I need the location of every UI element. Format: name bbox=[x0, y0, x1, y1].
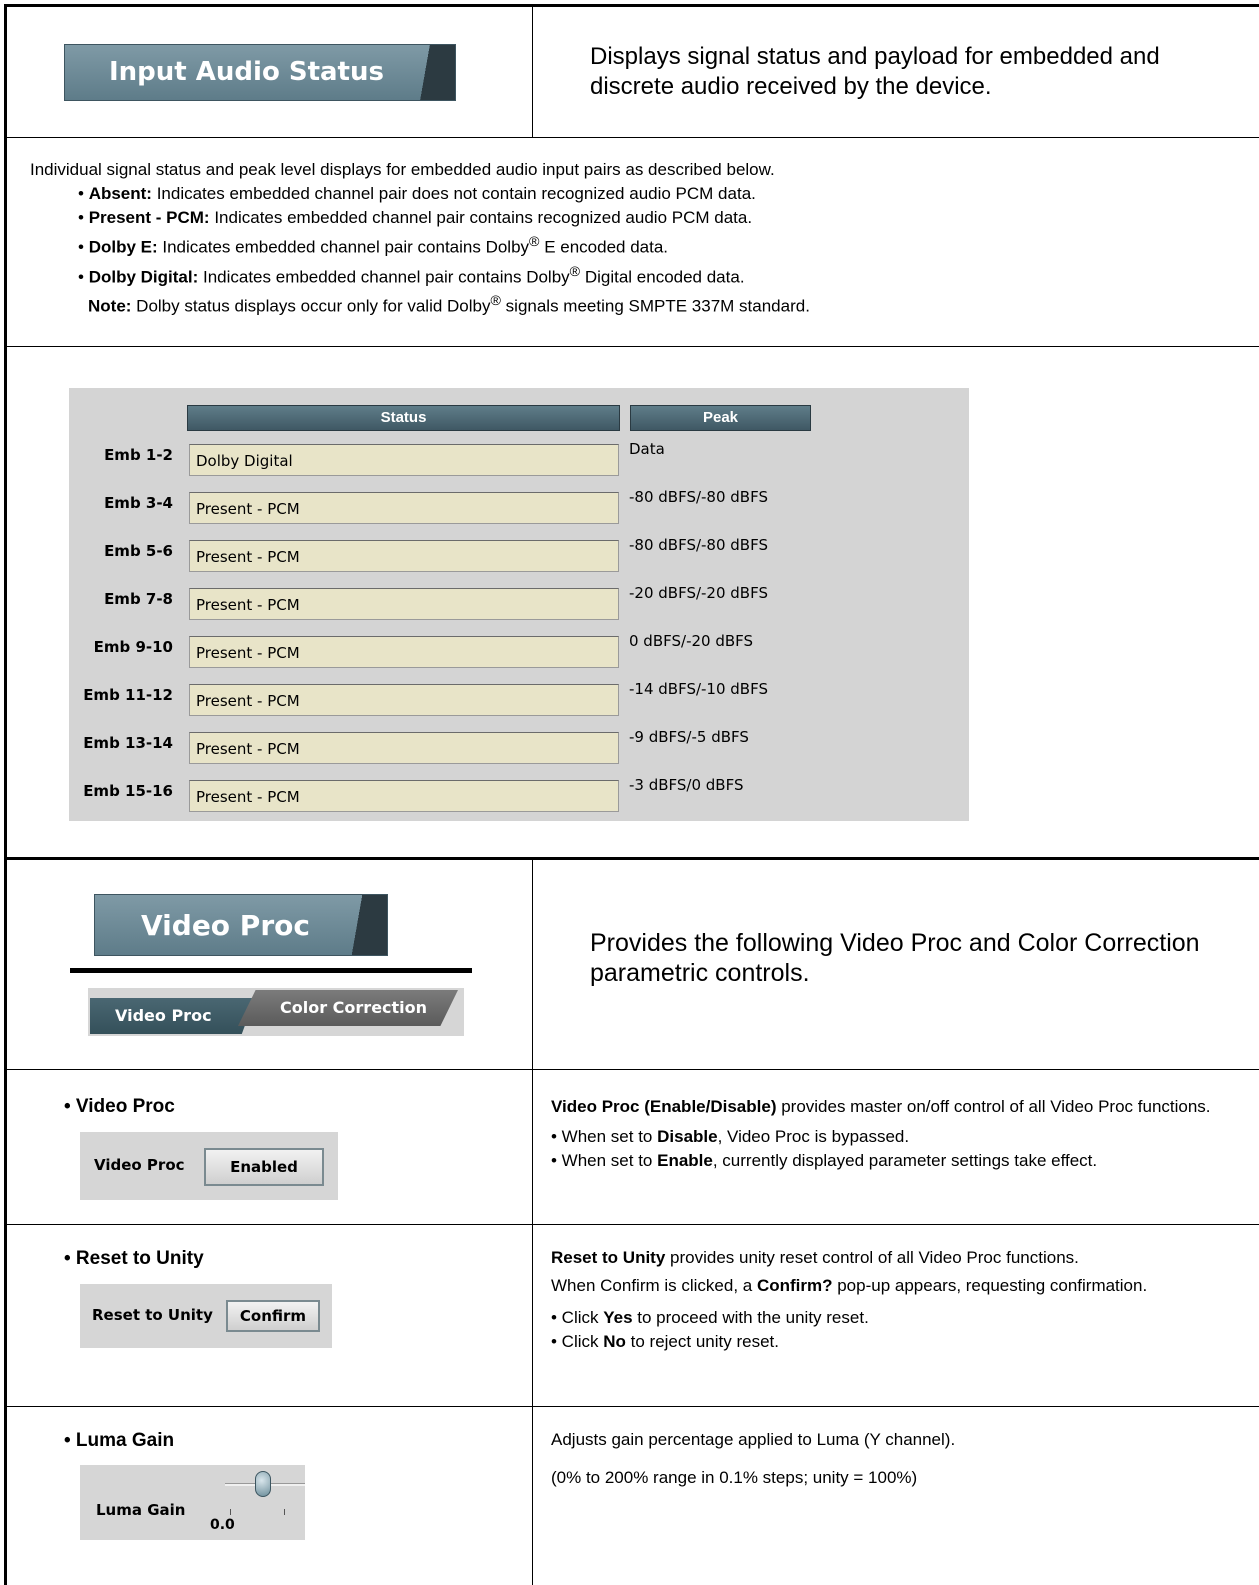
slider-thumb[interactable] bbox=[255, 1471, 271, 1497]
divider bbox=[4, 1069, 1259, 1070]
peak-value: -14 dBFS/-10 dBFS bbox=[629, 680, 768, 698]
status-field: Present - PCM bbox=[189, 636, 619, 668]
tab-label: Video Proc bbox=[141, 909, 310, 942]
status-field: Present - PCM bbox=[189, 684, 619, 716]
control-description: Reset to Unity provides unity reset cont… bbox=[551, 1248, 1148, 1351]
enabled-button[interactable]: Enabled bbox=[204, 1148, 324, 1186]
intro-text: Individual signal status and peak level … bbox=[30, 160, 775, 179]
divider bbox=[4, 137, 1259, 138]
subtab-strip: Video Proc Color Correction bbox=[88, 988, 464, 1036]
control-title: • Luma Gain bbox=[64, 1430, 175, 1451]
divider bbox=[4, 1406, 1259, 1407]
tab-video-proc[interactable]: Video Proc bbox=[90, 998, 255, 1034]
slider-tick bbox=[230, 1509, 231, 1515]
input-audio-status-tab: Input Audio Status bbox=[64, 44, 456, 101]
control-label: Reset to Unity bbox=[92, 1306, 213, 1324]
tab-color-correction[interactable]: Color Correction bbox=[238, 990, 458, 1026]
separator-bar bbox=[70, 968, 472, 973]
audio-status-panel: Status Peak Emb 1-2 Dolby Digital Data Emb … bbox=[69, 388, 969, 821]
divider bbox=[532, 860, 533, 1585]
peak-column-header: Peak bbox=[630, 405, 811, 431]
luma-gain-control: Luma Gain 0.0 bbox=[80, 1465, 305, 1540]
note: Note: Dolby status displays occur only f… bbox=[88, 293, 810, 316]
row-label: Emb 7-8 bbox=[104, 590, 173, 608]
row-label: Emb 5-6 bbox=[104, 542, 173, 560]
tab-corner bbox=[327, 895, 387, 955]
status-field: Present - PCM bbox=[189, 780, 619, 812]
video-proc-control: Video Proc Enabled bbox=[80, 1132, 338, 1200]
bullet: • Dolby E: Indicates embedded channel pa… bbox=[78, 234, 669, 257]
control-description: Adjusts gain percentage applied to Luma … bbox=[551, 1430, 956, 1487]
control-description: Video Proc (Enable/Disable) provides mas… bbox=[551, 1097, 1211, 1170]
status-field: Present - PCM bbox=[189, 540, 619, 572]
row-label: Emb 11-12 bbox=[83, 686, 173, 704]
control-label: Video Proc bbox=[94, 1156, 185, 1174]
section-summary: Displays signal status and payload for e… bbox=[590, 43, 1160, 100]
peak-value: -80 dBFS/-80 dBFS bbox=[629, 536, 768, 554]
divider bbox=[532, 4, 533, 138]
peak-value: -3 dBFS/0 dBFS bbox=[629, 776, 744, 794]
divider bbox=[4, 1224, 1259, 1225]
video-proc-tab: Video Proc bbox=[94, 894, 388, 956]
audio-description: Individual signal status and peak level … bbox=[30, 158, 810, 319]
slider-value: 0.0 bbox=[210, 1517, 235, 1533]
peak-value: Data bbox=[629, 440, 665, 458]
tab-label: Input Audio Status bbox=[109, 57, 384, 87]
status-field: Dolby Digital bbox=[189, 444, 619, 476]
bullet: • Absent: Indicates embedded channel pai… bbox=[78, 184, 756, 203]
row-label: Emb 9-10 bbox=[93, 638, 173, 656]
peak-value: -20 dBFS/-20 dBFS bbox=[629, 584, 768, 602]
row-label: Emb 15-16 bbox=[83, 782, 173, 800]
control-title: • Reset to Unity bbox=[64, 1248, 204, 1269]
divider bbox=[4, 857, 1259, 860]
status-field: Present - PCM bbox=[189, 492, 619, 524]
divider bbox=[4, 346, 1259, 347]
peak-value: -9 dBFS/-5 dBFS bbox=[629, 728, 749, 746]
control-title: • Video Proc bbox=[64, 1096, 175, 1117]
control-label: Luma Gain bbox=[96, 1501, 186, 1519]
slider-tick bbox=[284, 1509, 285, 1515]
section-summary: Provides the following Video Proc and Co… bbox=[590, 929, 1200, 987]
bullet: • Present - PCM: Indicates embedded chan… bbox=[78, 208, 753, 227]
status-field: Present - PCM bbox=[189, 588, 619, 620]
row-label: Emb 1-2 bbox=[104, 446, 173, 464]
row-label: Emb 13-14 bbox=[83, 734, 173, 752]
peak-value: -80 dBFS/-80 dBFS bbox=[629, 488, 768, 506]
status-field: Present - PCM bbox=[189, 732, 619, 764]
reset-control: Reset to Unity Confirm bbox=[80, 1284, 332, 1348]
status-column-header: Status bbox=[187, 405, 620, 431]
confirm-button[interactable]: Confirm bbox=[226, 1300, 320, 1332]
bullet: • Dolby Digital: Indicates embedded chan… bbox=[78, 263, 745, 287]
row-label: Emb 3-4 bbox=[104, 494, 173, 512]
tab-corner bbox=[395, 45, 455, 100]
peak-value: 0 dBFS/-20 dBFS bbox=[629, 632, 754, 650]
